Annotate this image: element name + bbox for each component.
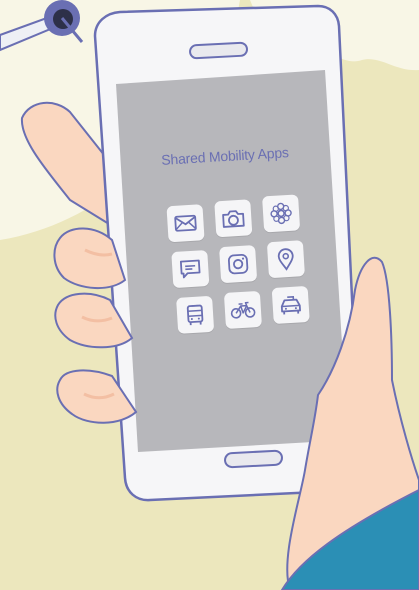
app-camera[interactable] (214, 199, 253, 238)
bus-icon (186, 304, 204, 326)
location-pin-icon (277, 248, 294, 271)
bicycle-icon (230, 301, 256, 319)
app-bus[interactable] (176, 295, 215, 334)
mail-icon (174, 214, 197, 232)
instagram-icon (227, 253, 249, 275)
app-chat[interactable] (171, 249, 210, 289)
taxi-icon (280, 295, 301, 315)
app-taxi[interactable] (271, 285, 310, 325)
camera-icon (222, 210, 245, 228)
illustration-scene: Shared Mobility Apps (0, 0, 419, 590)
chat-icon (179, 259, 201, 279)
app-grid (156, 187, 325, 346)
app-instagram[interactable] (219, 245, 258, 284)
flower-icon (270, 202, 292, 225)
app-bike[interactable] (223, 290, 262, 329)
app-mail[interactable] (166, 204, 205, 243)
app-flower[interactable] (262, 194, 301, 233)
app-location[interactable] (266, 240, 305, 279)
